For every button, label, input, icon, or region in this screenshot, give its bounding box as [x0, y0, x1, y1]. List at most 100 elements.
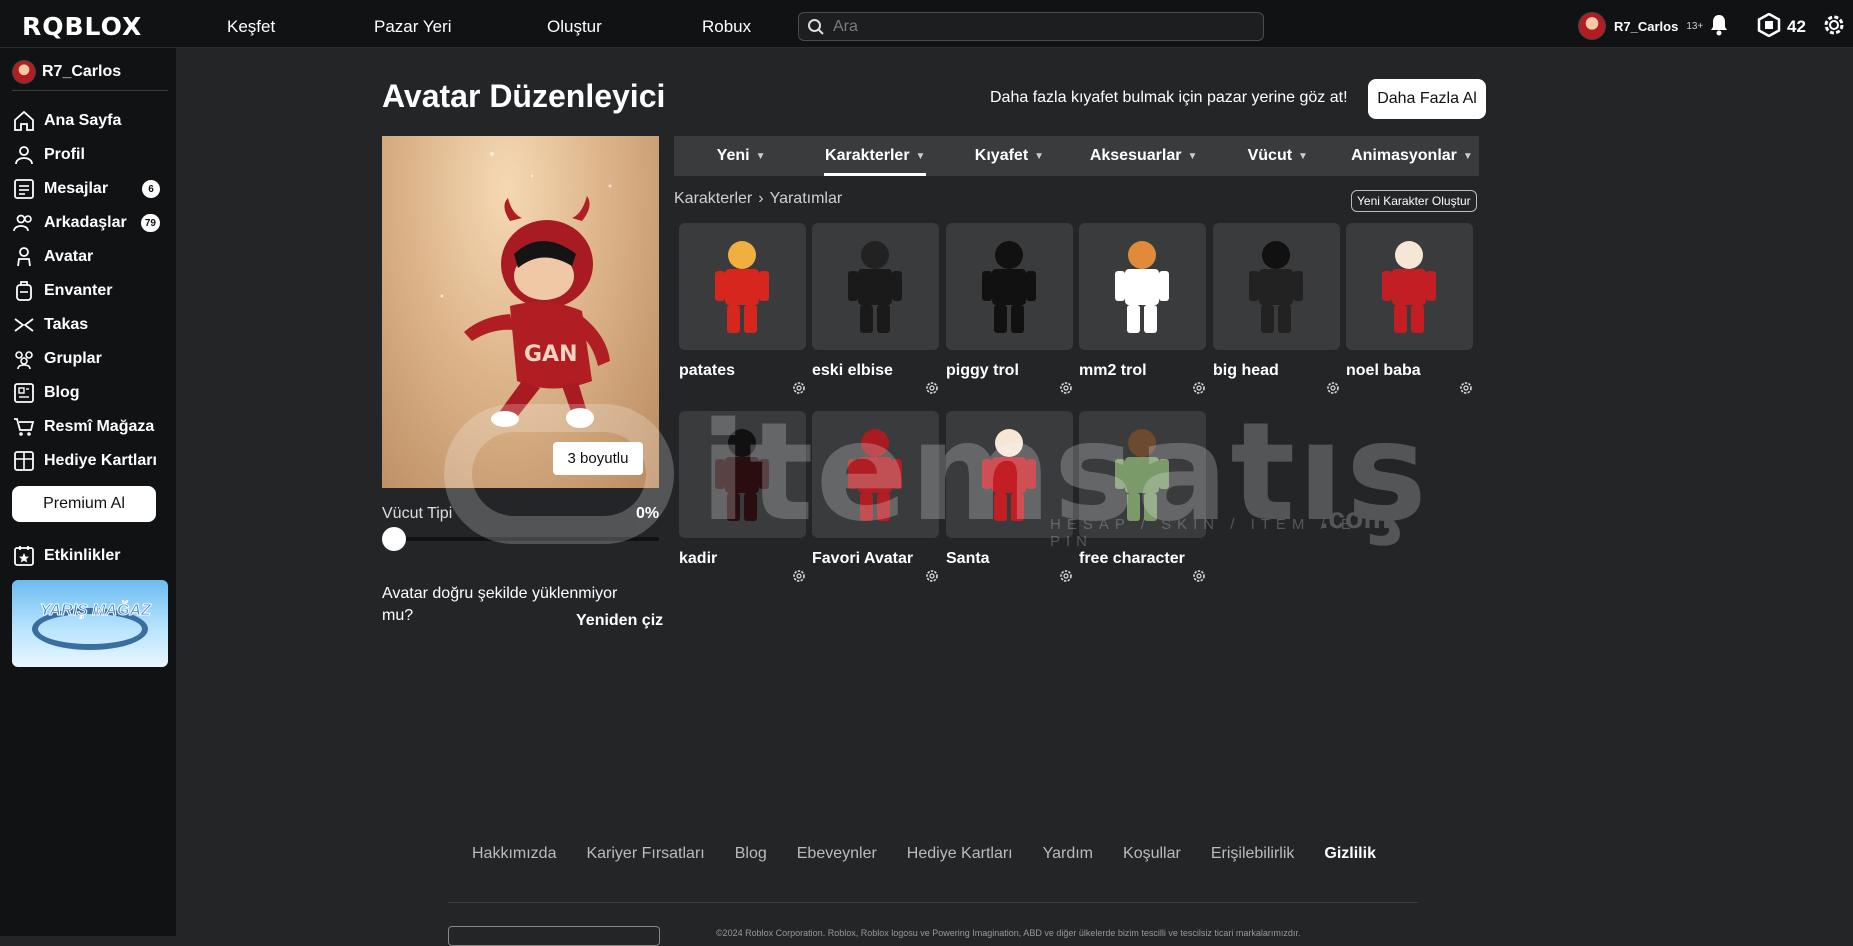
- footer-link-privacy[interactable]: Gizlilik: [1324, 845, 1376, 863]
- character-card[interactable]: mm2 trol: [1079, 223, 1206, 394]
- footer-link-accessibility[interactable]: Erişilebilirlik: [1211, 845, 1295, 863]
- body-type-slider-track[interactable]: [392, 537, 659, 541]
- tab-animations[interactable]: Animasyonlar ▼: [1345, 136, 1479, 176]
- character-card[interactable]: eski elbise: [812, 223, 939, 394]
- character-card[interactable]: patates: [679, 223, 806, 394]
- character-thumbnail[interactable]: [1213, 223, 1340, 350]
- create-new-character-button[interactable]: Yeni Karakter Oluştur: [1351, 190, 1477, 212]
- nav-robux[interactable]: Robux: [702, 17, 751, 37]
- sidebar-item-groups[interactable]: Gruplar: [12, 345, 168, 373]
- footer-link-about[interactable]: Hakkımızda: [472, 845, 556, 863]
- sidebar-user[interactable]: R7_Carlos: [12, 60, 121, 84]
- footer-link-terms[interactable]: Koşullar: [1123, 845, 1181, 863]
- character-settings-gear-icon[interactable]: [1059, 381, 1073, 395]
- character-settings-gear-icon[interactable]: [1192, 381, 1206, 395]
- sidebar-username: R7_Carlos: [42, 63, 122, 80]
- messages-badge: 6: [142, 180, 160, 198]
- character-name: Favori Avatar: [812, 550, 914, 567]
- character-thumbnail[interactable]: [946, 223, 1073, 350]
- character-card[interactable]: Favori Avatar: [812, 411, 939, 582]
- settings-gear-icon[interactable]: [1822, 13, 1846, 37]
- footer-links: Hakkımızda Kariyer Fırsatları Blog Ebeve…: [472, 845, 1376, 863]
- tab-accessories[interactable]: Aksesuarlar ▼: [1077, 136, 1211, 176]
- top-user-profile[interactable]: R7_Carlos 13+: [1578, 12, 1703, 40]
- notifications-bell-icon[interactable]: [1708, 13, 1730, 37]
- chevron-down-icon: ▼: [915, 150, 926, 162]
- tab-label: Animasyonlar: [1351, 147, 1457, 164]
- sidebar-item-trade[interactable]: Takas: [12, 311, 168, 339]
- get-more-button[interactable]: Daha Fazla Al: [1368, 79, 1486, 119]
- character-settings-gear-icon[interactable]: [1326, 381, 1340, 395]
- search-bar[interactable]: [798, 12, 1264, 41]
- sidebar-item-profile[interactable]: Profil: [12, 141, 168, 169]
- language-selector[interactable]: [448, 926, 660, 946]
- sidebar-item-events[interactable]: Etkinlikler: [12, 542, 168, 570]
- tab-label: Karakterler: [825, 147, 910, 164]
- home-icon: [14, 110, 34, 131]
- chevron-down-icon: ▼: [1034, 150, 1045, 162]
- breadcrumb-characters[interactable]: Karakterler: [674, 190, 752, 208]
- robux-icon[interactable]: [1757, 13, 1781, 37]
- character-thumbnail[interactable]: [1079, 223, 1206, 350]
- character-card[interactable]: free character: [1079, 411, 1206, 582]
- sidebar-item-label: Takas: [44, 316, 89, 333]
- footer-link-blog[interactable]: Blog: [735, 845, 767, 863]
- sidebar-item-home[interactable]: Ana Sayfa: [12, 107, 168, 135]
- footer-link-careers[interactable]: Kariyer Fırsatları: [586, 845, 704, 863]
- character-thumbnail[interactable]: [679, 411, 806, 538]
- character-settings-gear-icon[interactable]: [1192, 569, 1206, 583]
- character-thumbnail[interactable]: [946, 411, 1073, 538]
- sidebar-item-messages[interactable]: Mesajlar 6: [12, 175, 168, 203]
- body-type-slider-handle[interactable]: [382, 527, 406, 551]
- character-settings-gear-icon[interactable]: [792, 381, 806, 395]
- sidebar-item-friends[interactable]: Arkadaşlar 79: [12, 209, 168, 237]
- footer-link-gift-cards[interactable]: Hediye Kartları: [907, 845, 1013, 863]
- nav-discover[interactable]: Keşfet: [227, 17, 275, 37]
- character-card[interactable]: Santa: [946, 411, 1073, 582]
- character-thumbnail[interactable]: [812, 411, 939, 538]
- tab-body[interactable]: Vücut ▼: [1211, 136, 1345, 176]
- nav-create[interactable]: Oluştur: [547, 17, 602, 37]
- banner-text: YARIŞ MAĞAZ: [40, 602, 152, 620]
- view-3d-button[interactable]: 3 boyutlu: [553, 442, 643, 475]
- character-card[interactable]: big head: [1213, 223, 1340, 394]
- chevron-down-icon: ▼: [1187, 150, 1198, 162]
- character-settings-gear-icon[interactable]: [925, 569, 939, 583]
- tab-new[interactable]: Yeni ▼: [674, 136, 808, 176]
- avatar: [12, 60, 36, 84]
- character-card[interactable]: noel baba: [1346, 223, 1473, 394]
- roblox-logo[interactable]: RQBLOX: [22, 12, 142, 41]
- character-settings-gear-icon[interactable]: [792, 569, 806, 583]
- sidebar-item-avatar[interactable]: Avatar: [12, 243, 168, 271]
- character-thumbnail[interactable]: [679, 223, 806, 350]
- avatar-preview[interactable]: GAN: [382, 136, 659, 488]
- tab-label: Aksesuarlar: [1089, 147, 1182, 164]
- character-settings-gear-icon[interactable]: [1459, 381, 1473, 395]
- redraw-button[interactable]: Yeniden çiz: [576, 612, 663, 630]
- nav-marketplace[interactable]: Pazar Yeri: [374, 17, 452, 37]
- sidebar-item-label: Etkinlikler: [44, 547, 121, 564]
- character-card[interactable]: kadir: [679, 411, 806, 582]
- premium-button[interactable]: Premium Al: [12, 486, 156, 522]
- character-name: patates: [679, 362, 736, 379]
- character-thumbnail[interactable]: [1346, 223, 1473, 350]
- character-thumbnail[interactable]: [812, 223, 939, 350]
- tab-characters[interactable]: Karakterler ▼: [808, 136, 942, 176]
- character-thumbnail[interactable]: [1079, 411, 1206, 538]
- sidebar-item-gift-cards[interactable]: Hediye Kartları: [12, 447, 168, 475]
- character-settings-gear-icon[interactable]: [925, 381, 939, 395]
- character-card[interactable]: piggy trol: [946, 223, 1073, 394]
- sidebar-item-inventory[interactable]: Envanter: [12, 277, 168, 305]
- search-input[interactable]: [833, 17, 1233, 36]
- breadcrumb-creations[interactable]: Yaratımlar: [770, 190, 843, 208]
- footer-divider: [448, 902, 1418, 903]
- sidebar-item-official-store[interactable]: Resmî Mağaza: [12, 413, 168, 441]
- body-type-value: 0%: [636, 505, 660, 522]
- events-banner[interactable]: YARIŞ MAĞAZ: [12, 580, 168, 667]
- footer-link-parents[interactable]: Ebeveynler: [797, 845, 877, 863]
- character-settings-gear-icon[interactable]: [1059, 569, 1073, 583]
- tab-clothing[interactable]: Kıyafet ▼: [942, 136, 1076, 176]
- watermark-suffix: .com: [1320, 502, 1391, 535]
- footer-link-help[interactable]: Yardım: [1043, 845, 1093, 863]
- sidebar-item-blog[interactable]: Blog: [12, 379, 168, 407]
